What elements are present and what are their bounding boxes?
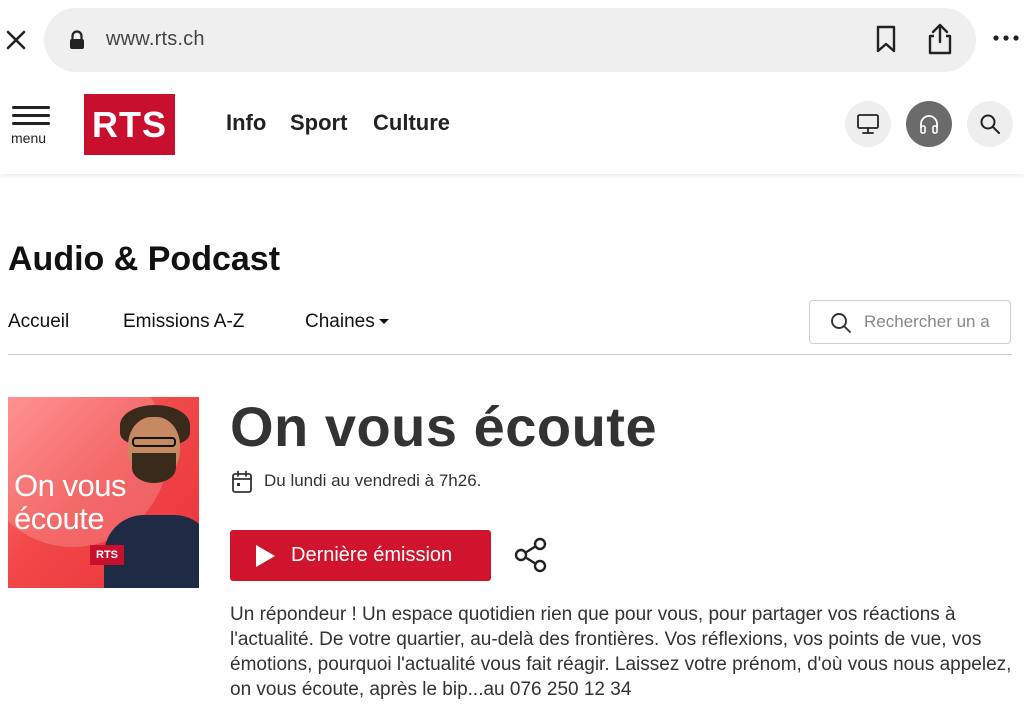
show-cover-image[interactable]: On vous écoute RTS <box>8 397 199 588</box>
show-schedule: Du lundi au vendredi à 7h26. <box>264 471 482 490</box>
menu-label: menu <box>11 130 47 146</box>
play-button-label: Dernière émission <box>291 544 453 566</box>
cover-person-beard <box>132 453 176 483</box>
search-input[interactable] <box>864 301 1010 343</box>
menu-button[interactable]: menu <box>8 106 54 150</box>
search-button[interactable] <box>967 101 1013 147</box>
subnav-emissions-az[interactable]: Emissions A-Z <box>123 311 244 333</box>
menu-icon <box>12 106 50 109</box>
subnav-chaines[interactable]: Chaines <box>305 311 389 333</box>
more-options-icon[interactable] <box>992 30 1020 46</box>
tv-button[interactable] <box>845 101 891 147</box>
show-description: Un répondeur ! Un espace quotidien rien … <box>230 604 1012 700</box>
browser-bar: www.rts.ch <box>0 0 1024 78</box>
subnav-chaines-label: Chaines <box>305 311 375 332</box>
calendar-icon <box>232 470 252 493</box>
cover-title: On vous écoute <box>14 469 126 535</box>
play-icon <box>256 544 275 567</box>
subnav-accueil[interactable]: Accueil <box>8 311 69 333</box>
bookmark-icon[interactable] <box>872 24 900 54</box>
tv-icon <box>857 114 879 134</box>
share-icon[interactable] <box>924 22 956 56</box>
cover-title-line1: On vous <box>14 468 126 503</box>
close-icon[interactable] <box>4 28 28 52</box>
headphones-icon <box>920 115 938 134</box>
share-icon[interactable] <box>514 537 548 573</box>
cover-title-line2: écoute <box>14 501 105 536</box>
divider <box>8 354 1012 355</box>
search-icon <box>980 114 1000 134</box>
menu-icon-line <box>12 114 50 117</box>
podcast-search[interactable] <box>809 300 1011 344</box>
nav-info[interactable]: Info <box>226 110 266 136</box>
lock-icon <box>70 30 84 49</box>
search-icon <box>831 313 851 333</box>
play-latest-episode-button[interactable]: Dernière émission <box>230 530 491 581</box>
audio-button[interactable] <box>906 101 952 147</box>
nav-culture[interactable]: Culture <box>373 110 450 136</box>
url-text[interactable]: www.rts.ch <box>106 28 205 51</box>
page-title: Audio & Podcast <box>8 240 281 278</box>
cover-rts-badge: RTS <box>90 545 124 565</box>
cover-person-glasses <box>132 437 176 447</box>
rts-logo[interactable]: RTS <box>84 94 175 155</box>
chevron-down-icon <box>378 319 389 325</box>
show-title: On vous écoute <box>230 395 658 458</box>
menu-icon-line <box>12 122 50 125</box>
nav-sport[interactable]: Sport <box>290 110 347 136</box>
